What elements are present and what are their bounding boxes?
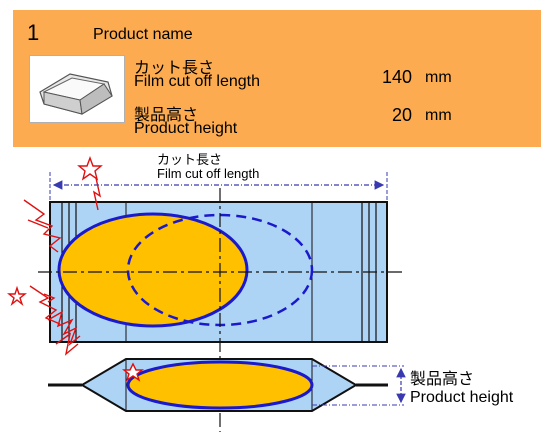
diagram-cut-label-en: Film cut off length [157,166,259,181]
diagram-height-label-ja: 製品高さ [410,370,474,388]
product-number: 1 [27,20,40,45]
product-height-label-en: Product height [134,120,238,137]
product-info-panel: 1 Product name カット長さ Film cut off length… [13,10,541,147]
film-cut-length-unit: mm [425,69,452,86]
product-thumbnail [29,55,125,123]
product-tray-icon [39,73,113,115]
packaging-diagram: カット長さ Film cut off length 製品高さ Product h… [7,152,514,432]
diagram-height-label-en: Product height [410,389,514,406]
diagram-cut-label-ja: カット長さ [157,152,222,167]
spark-star-icon-2 [7,285,27,307]
product-height-value: 20 [391,105,412,125]
product-height-unit: mm [425,107,452,124]
film-cut-length-value: 140 [381,67,412,87]
product-top-view [57,212,249,328]
film-cut-length-label-en: Film cut off length [134,73,260,90]
product-name-label: Product name [93,26,193,43]
product-side-view [126,360,314,410]
spark-star-icon [77,156,103,181]
